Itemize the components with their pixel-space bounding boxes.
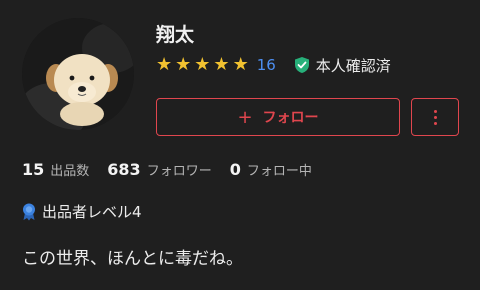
seller-level-label: 出品者レベル4	[42, 203, 142, 221]
stat-followers[interactable]: 683 フォロワー	[107, 160, 211, 179]
star-icon: ★	[156, 54, 173, 75]
star-icon: ★	[175, 54, 192, 75]
shield-check-icon	[294, 57, 309, 73]
more-vertical-icon	[433, 109, 437, 125]
more-options-button[interactable]	[411, 98, 459, 136]
stat-number: 15	[22, 160, 45, 179]
verified-label: 本人確認済	[315, 56, 391, 75]
star-icon: ★	[213, 54, 230, 75]
profile-name: 翔太	[156, 24, 195, 46]
star-rating: ★ ★ ★ ★ ★	[156, 56, 249, 74]
follow-button-label: フォロー	[262, 110, 319, 126]
stat-following[interactable]: 0 フォロー中	[230, 160, 312, 179]
review-count[interactable]: 16	[257, 56, 276, 74]
stat-label: フォロー中	[246, 164, 312, 179]
star-icon: ★	[232, 54, 249, 75]
badge-ribbon-icon	[23, 203, 35, 220]
seller-level[interactable]: 出品者レベル4	[22, 201, 142, 222]
follow-button[interactable]: + フォロー	[156, 98, 400, 136]
star-icon: ★	[194, 54, 211, 75]
stat-label: フォロワー	[146, 164, 212, 179]
profile-stats: 15 出品数 683 フォロワー 0 フォロー中	[22, 160, 330, 179]
stat-number: 0	[229, 160, 241, 179]
rating-row[interactable]: ★ ★ ★ ★ ★ 16 本人確認済	[156, 54, 391, 76]
avatar[interactable]	[22, 18, 134, 130]
verified-badge: 本人確認済	[294, 55, 391, 76]
stat-number: 683	[107, 160, 141, 179]
stat-listings[interactable]: 15 出品数	[22, 160, 89, 179]
stat-label: 出品数	[50, 164, 90, 179]
plus-icon: +	[237, 106, 253, 128]
dog-photo	[22, 18, 134, 130]
profile-bio: この世界、ほんとに毒だね。	[22, 249, 243, 269]
